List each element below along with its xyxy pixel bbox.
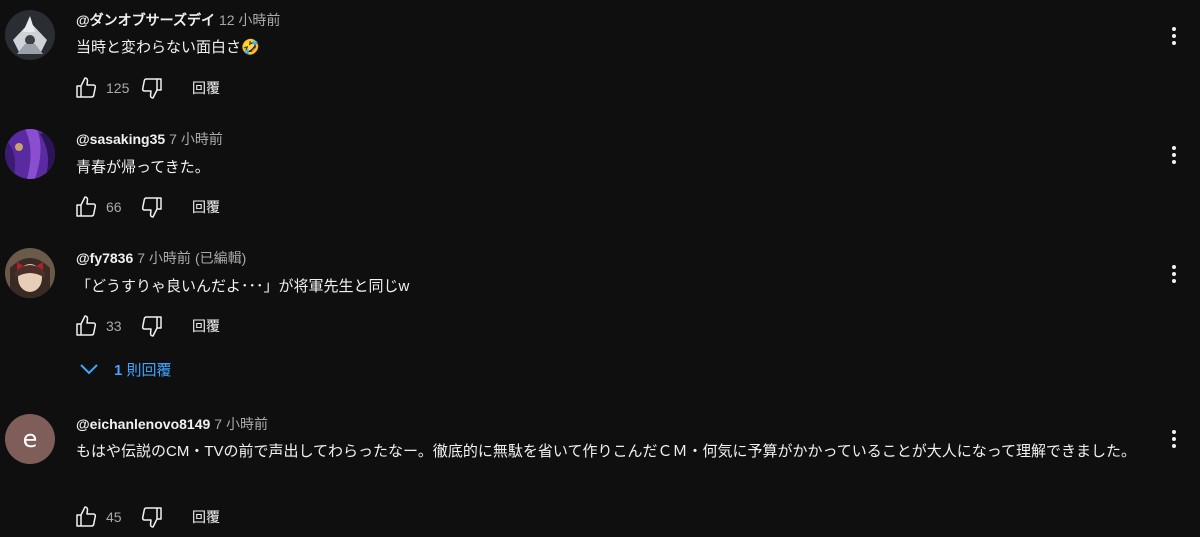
chevron-down-icon [80, 364, 98, 375]
thumb-up-icon [76, 77, 97, 98]
more-actions-button[interactable] [1162, 262, 1186, 286]
thumb-down-icon [141, 316, 162, 337]
reply-button[interactable]: 回覆 [192, 78, 220, 98]
comment-header: @fy7836 7 小時前 (已編輯) [76, 248, 246, 268]
more-vert-icon [1172, 265, 1176, 283]
timestamp[interactable]: 12 小時前 [219, 12, 280, 28]
reply-button[interactable]: 回覆 [192, 197, 220, 217]
comment-header: @eichanlenovo8149 7 小時前 [76, 414, 268, 434]
timestamp[interactable]: 7 小時前 [214, 416, 268, 432]
dislike-button[interactable] [138, 503, 166, 531]
thumb-down-icon [141, 197, 162, 218]
reply-button[interactable]: 回覆 [192, 316, 220, 336]
thumb-down-icon [141, 78, 162, 99]
timestamp[interactable]: 7 小時前 [137, 250, 191, 266]
purple-art-icon [5, 129, 55, 179]
comment-actions: 66 回覆 [72, 193, 220, 221]
like-button[interactable] [72, 74, 100, 102]
like-count: 33 [106, 318, 122, 334]
reply-count: 1 [114, 361, 123, 379]
comment-text: もはや伝説のCM・TVの前で声出してわらったなー。徹底的に無駄を省いて作りこんだ… [76, 443, 1136, 460]
edited-label: (已編輯) [194, 250, 247, 266]
comment-text: 当時と変わらない面白さ🤣 [76, 39, 260, 56]
reply-button[interactable]: 回覆 [192, 507, 220, 527]
comment-header: @sasaking35 7 小時前 [76, 129, 223, 149]
comment-actions: 45 回覆 [72, 503, 220, 531]
timestamp[interactable]: 7 小時前 [169, 131, 223, 147]
comment-header: @ダンオブサーズデイ 12 小時前 [76, 10, 280, 30]
more-vert-icon [1172, 146, 1176, 164]
dislike-button[interactable] [138, 312, 166, 340]
dislike-button[interactable] [138, 193, 166, 221]
author-name[interactable]: @sasaking35 [76, 131, 165, 147]
character-icon [5, 10, 55, 60]
thumb-up-icon [76, 315, 97, 336]
anime-girl-icon [5, 248, 55, 298]
thumb-up-icon [76, 506, 97, 527]
comment-text: 青春が帰ってきた。 [76, 159, 210, 176]
comment-text: 「どうすりゃ良いんだよ･･･」が将軍先生と同じw [76, 278, 410, 295]
comment-actions: 125 回覆 [72, 74, 220, 102]
avatar[interactable]: e [5, 414, 55, 464]
comment-actions: 33 回覆 [72, 312, 220, 340]
thumb-up-icon [76, 196, 97, 217]
like-button[interactable] [72, 312, 100, 340]
avatar[interactable] [5, 248, 55, 298]
thumb-down-icon [141, 507, 162, 528]
more-actions-button[interactable] [1162, 143, 1186, 167]
like-button[interactable] [72, 193, 100, 221]
more-vert-icon [1172, 430, 1176, 448]
replies-label: 則回覆 [126, 361, 172, 379]
replies-toggle-button[interactable]: 1 則回覆 [78, 356, 172, 382]
avatar[interactable] [5, 129, 55, 179]
author-name[interactable]: @eichanlenovo8149 [76, 416, 210, 432]
like-count: 66 [106, 199, 122, 215]
like-count: 125 [106, 80, 130, 96]
avatar[interactable] [5, 10, 55, 60]
more-actions-button[interactable] [1162, 427, 1186, 451]
more-actions-button[interactable] [1162, 24, 1186, 48]
like-count: 45 [106, 509, 122, 525]
dislike-button[interactable] [138, 74, 166, 102]
more-vert-icon [1172, 27, 1176, 45]
like-button[interactable] [72, 503, 100, 531]
author-name[interactable]: @ダンオブサーズデイ [76, 12, 215, 28]
author-name[interactable]: @fy7836 [76, 250, 133, 266]
